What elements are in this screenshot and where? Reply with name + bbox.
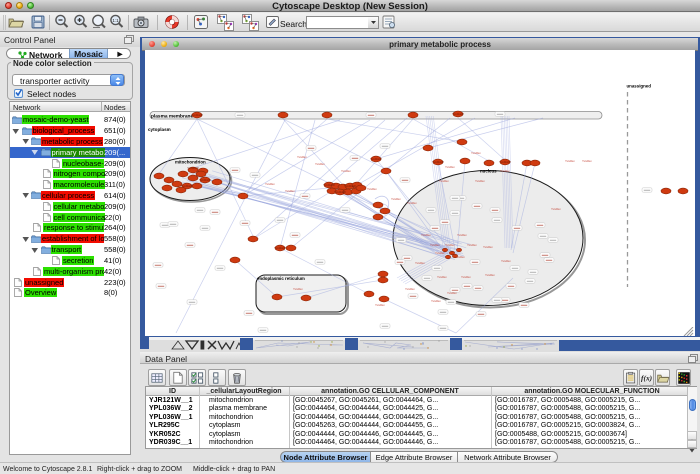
svg-text:Yxx0xxW: Yxx0xxW [323, 183, 335, 187]
svg-text:Yxx0xxW: Yxx0xxW [499, 160, 511, 164]
svg-text:plasma membrane: plasma membrane [151, 113, 193, 119]
svg-text:Yxx0xxW: Yxx0xxW [370, 157, 382, 161]
svg-text:Yxx0xx: Yxx0xx [467, 243, 477, 247]
svg-text:Yxx0xxW: Yxx0xxW [191, 113, 203, 117]
svg-text:Yxx0xx: Yxx0xx [483, 245, 493, 249]
svg-text:Yxx0xx: Yxx0xx [447, 291, 457, 295]
svg-text:Yxx0xx: Yxx0xx [315, 162, 325, 166]
svg-text:Yxx0xx: Yxx0xx [445, 165, 455, 169]
svg-text:endoplasmic reticulum: endoplasmic reticulum [257, 276, 305, 281]
svg-text:Yxx0xx: Yxx0xx [405, 287, 415, 291]
svg-text:Yxx0xxW: Yxx0xxW [199, 178, 211, 182]
svg-text:Yxx0xx: Yxx0xx [421, 233, 431, 237]
svg-text:Yxx0xx: Yxx0xx [415, 261, 425, 265]
svg-text:Yxx0xx: Yxx0xx [461, 275, 471, 279]
svg-text:Yxx0xx: Yxx0xx [391, 197, 401, 201]
svg-text:Yxx0xx: Yxx0xx [407, 201, 417, 205]
svg-text:cytoplasm: cytoplasm [148, 127, 171, 132]
svg-text:Yxx0xxW: Yxx0xxW [452, 112, 464, 116]
svg-text:Yxx0xx: Yxx0xx [430, 243, 440, 247]
svg-text:Yxx0xxW: Yxx0xxW [334, 190, 346, 194]
svg-text:Yxx0xx: Yxx0xx [293, 287, 303, 291]
svg-text:Yxx0xxW: Yxx0xxW [432, 160, 444, 164]
svg-text:Yxx0xx: Yxx0xx [367, 187, 377, 191]
svg-text:Yxx0xx: Yxx0xx [565, 159, 575, 163]
svg-text:Yxx0xxW: Yxx0xxW [344, 184, 356, 188]
svg-text:Yxx0xx: Yxx0xx [437, 275, 447, 279]
svg-text:Yxx0xx: Yxx0xx [485, 273, 495, 277]
svg-text:Yxx0xx: Yxx0xx [500, 169, 510, 173]
svg-text:Yxx0xx: Yxx0xx [265, 182, 275, 186]
svg-text:Yxx0xxW: Yxx0xxW [181, 184, 193, 188]
svg-text:Yxx0xx: Yxx0xx [501, 259, 511, 263]
svg-text:Yxx0xx: Yxx0xx [445, 243, 455, 247]
svg-text:Yxx0xx: Yxx0xx [471, 151, 481, 155]
svg-text:Yxx0xx: Yxx0xx [297, 155, 307, 159]
svg-text:Yxx0xxW: Yxx0xxW [274, 246, 286, 250]
svg-text:f(x): f(x) [641, 373, 652, 382]
svg-text:mitochondrion: mitochondrion [175, 160, 206, 165]
svg-text:Yxx0xx: Yxx0xx [551, 207, 561, 211]
svg-text:1:1: 1:1 [112, 18, 119, 23]
svg-text:Yxx0xx: Yxx0xx [431, 299, 441, 303]
svg-text:unassigned: unassigned [627, 84, 652, 89]
svg-text:nucleus: nucleus [480, 169, 497, 174]
svg-text:Yxx0xx: Yxx0xx [285, 189, 295, 193]
svg-text:Yxx0xxW: Yxx0xxW [187, 166, 199, 170]
svg-text:Yxx0xx: Yxx0xx [457, 233, 467, 237]
svg-text:Yxx0xx: Yxx0xx [341, 169, 351, 173]
svg-text:Yxx0xx: Yxx0xx [475, 179, 485, 183]
svg-text:Yxx0xx: Yxx0xx [375, 303, 385, 307]
svg-text:Yxx0xx: Yxx0xx [582, 159, 592, 163]
svg-text:Yxx0xx: Yxx0xx [439, 179, 449, 183]
